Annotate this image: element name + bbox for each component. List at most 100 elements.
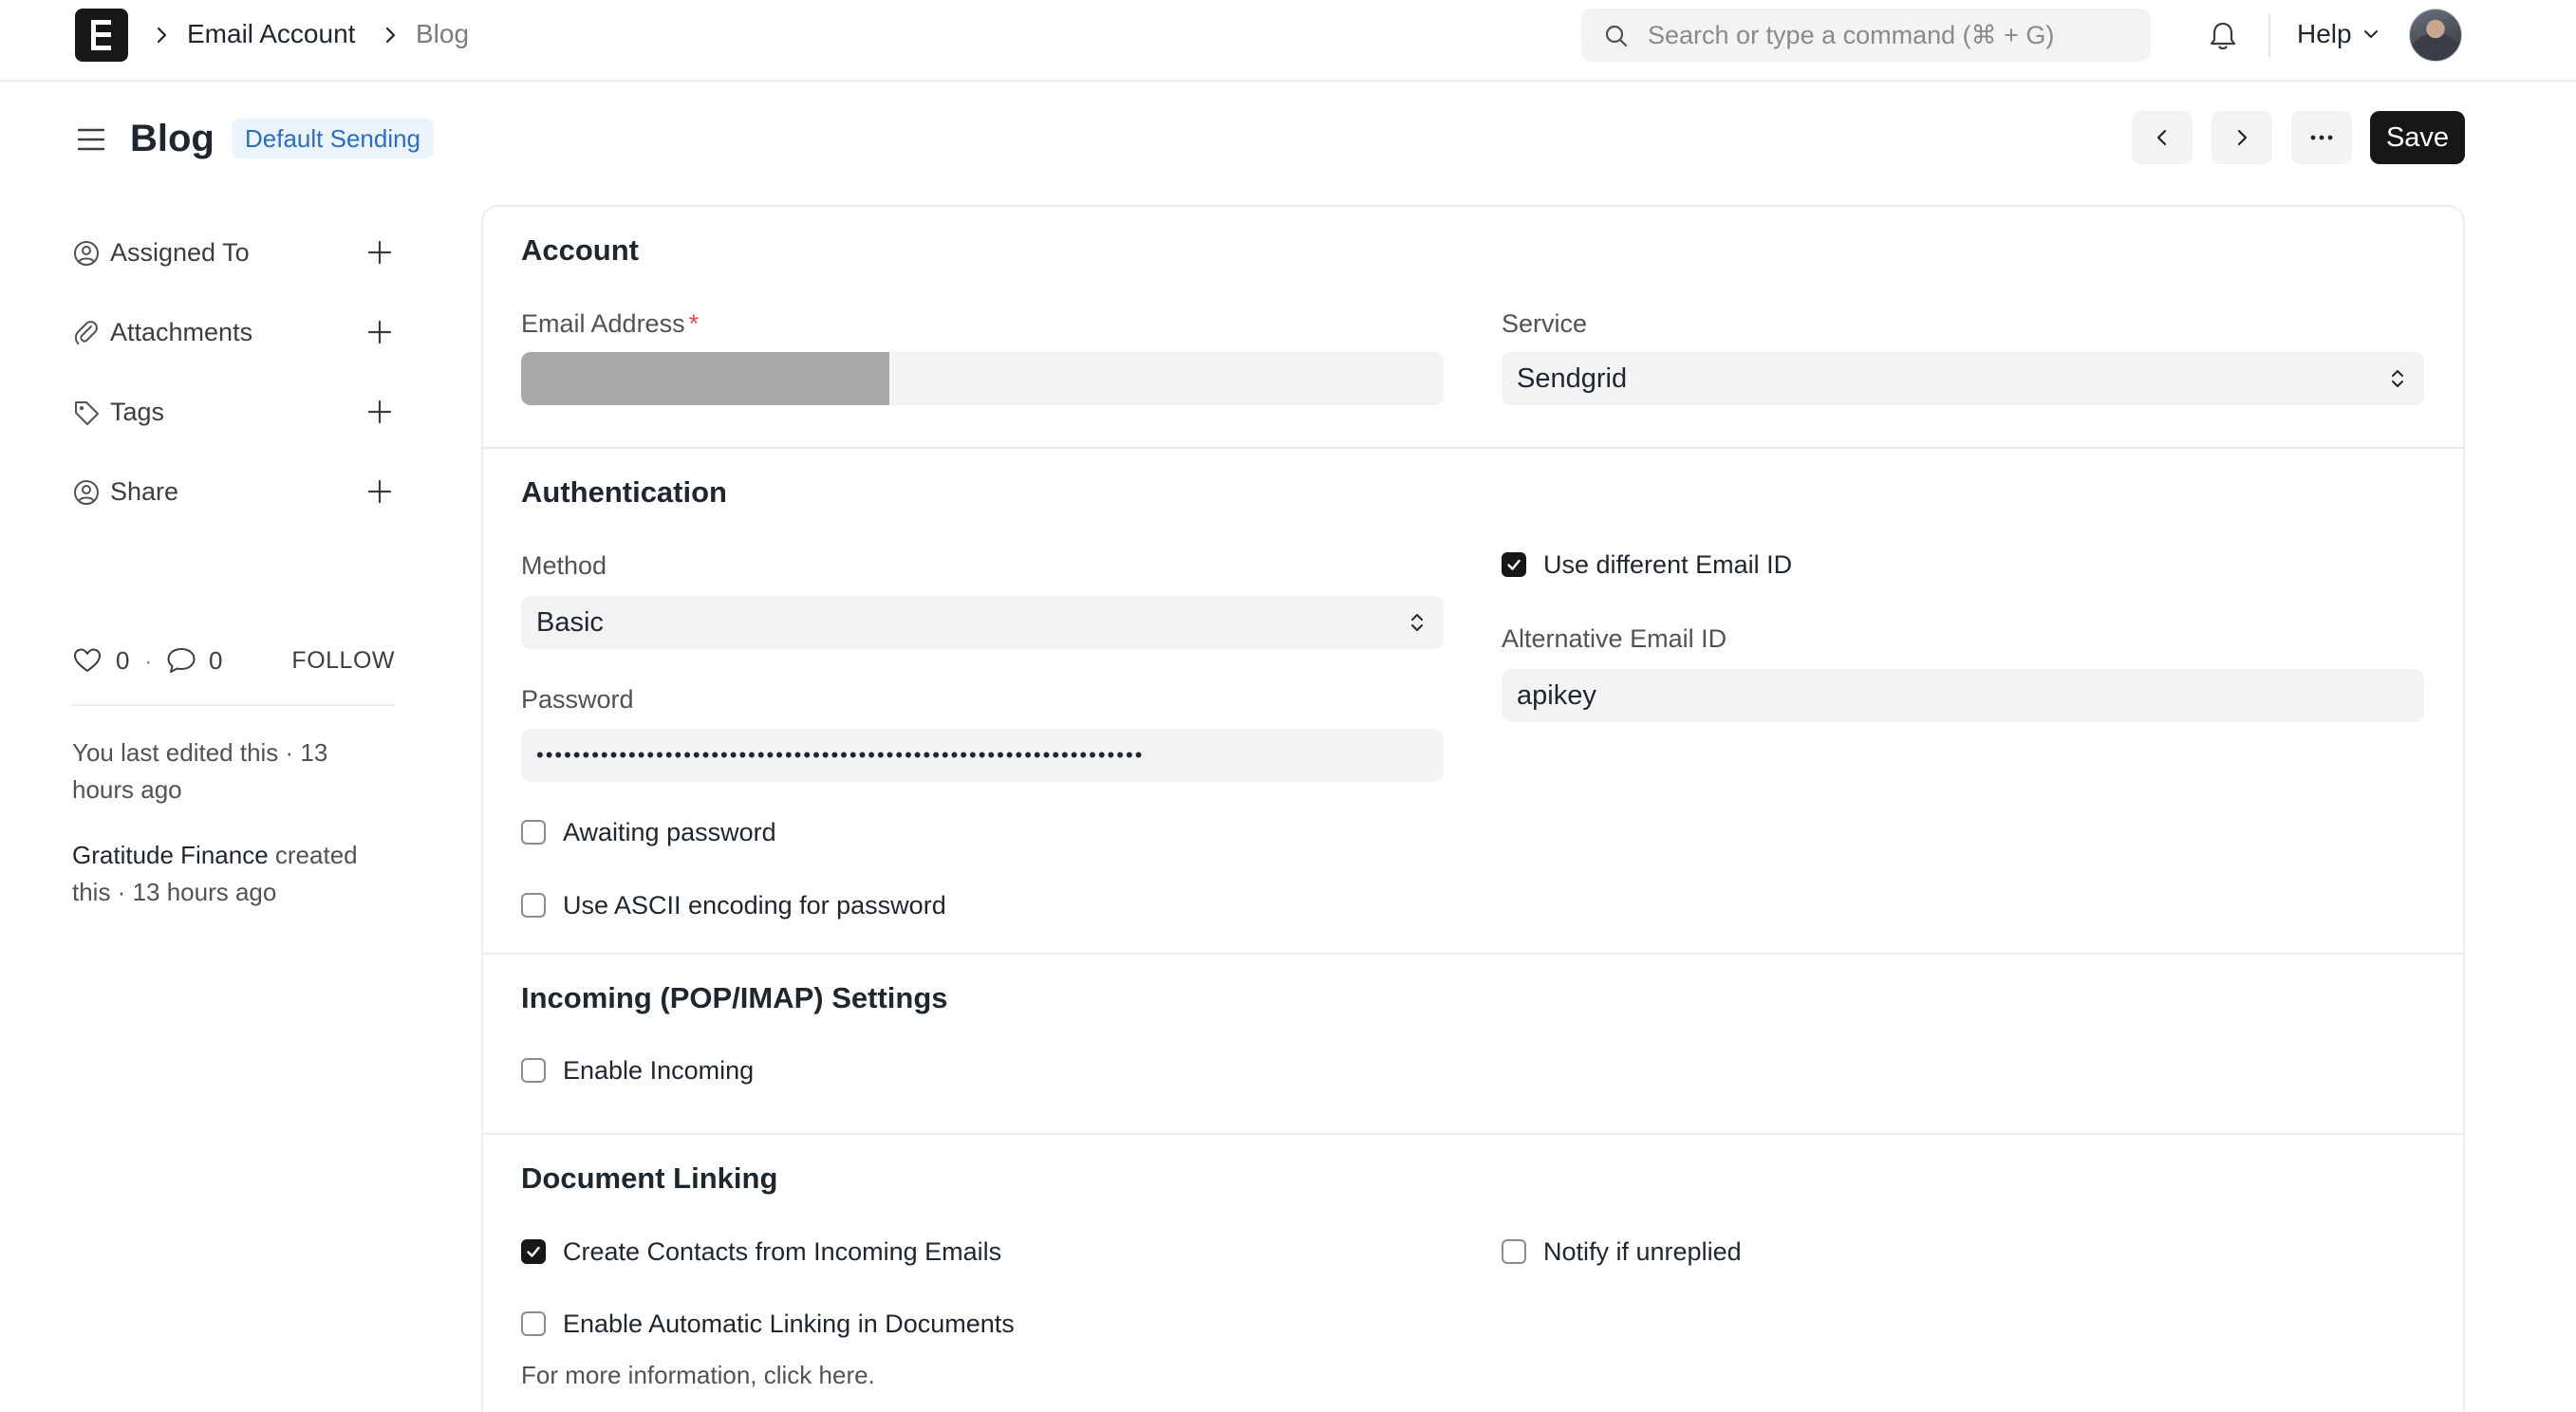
checkbox-label: Use ASCII encoding for password — [563, 891, 946, 920]
method-select[interactable]: Basic — [521, 596, 1444, 649]
comment-icon[interactable] — [165, 645, 197, 676]
help-dropdown[interactable]: Help — [2297, 17, 2380, 51]
auto-linking-checkbox[interactable]: Enable Automatic Linking in Documents — [521, 1308, 1015, 1340]
method-label: Method — [521, 551, 607, 580]
chevron-right-icon — [385, 27, 396, 44]
section-title-incoming: Incoming (POP/IMAP) Settings — [521, 981, 948, 1014]
chevron-left-icon — [2156, 129, 2167, 146]
enable-incoming-checkbox[interactable]: Enable Incoming — [521, 1054, 754, 1087]
activity-actor[interactable]: Gratitude Finance — [72, 841, 269, 869]
search-icon — [1605, 25, 1628, 47]
add-attachment-icon[interactable] — [364, 317, 395, 347]
breadcrumb-blog[interactable]: Blog — [416, 17, 469, 51]
select-arrows-icon — [2392, 370, 2403, 387]
section-title-authentication: Authentication — [521, 475, 727, 509]
service-label: Service — [1502, 309, 1588, 338]
ascii-encoding-checkbox[interactable]: Use ASCII encoding for password — [521, 889, 946, 921]
checkmark-icon — [1507, 559, 1521, 570]
user-assign-icon — [74, 241, 99, 266]
use-different-email-checkbox[interactable]: Use different Email ID — [1502, 548, 1792, 581]
section-title-account: Account — [521, 233, 639, 267]
likes-count: 0 — [116, 646, 130, 675]
create-contacts-checkbox[interactable]: Create Contacts from Incoming Emails — [521, 1236, 1001, 1268]
checkbox-label: Awaiting password — [563, 818, 776, 846]
comments-count: 0 — [209, 646, 223, 675]
sidebar-divider — [72, 704, 395, 706]
save-button[interactable]: Save — [2370, 111, 2465, 164]
page-title: Blog — [130, 118, 215, 159]
sidebar-item-label: Attachments — [110, 318, 253, 346]
status-badge: Default Sending — [232, 119, 435, 158]
more-actions-button[interactable] — [2291, 111, 2352, 164]
section-divider — [481, 953, 2465, 955]
search-bar[interactable] — [1581, 9, 2151, 62]
awaiting-password-checkbox[interactable]: Awaiting password — [521, 816, 776, 848]
checkbox-label: Enable Automatic Linking in Documents — [563, 1310, 1015, 1338]
section-divider — [481, 447, 2465, 449]
alternative-email-value: apikey — [1517, 680, 1596, 711]
checkbox-label: Use different Email ID — [1543, 550, 1793, 579]
previous-record-button[interactable] — [2132, 111, 2193, 164]
stats-separator: · — [144, 646, 153, 675]
password-field[interactable]: ••••••••••••••••••••••••••••••••••••••••… — [521, 729, 1444, 782]
alternative-email-label: Alternative Email ID — [1502, 624, 1727, 653]
chevron-down-icon — [2363, 30, 2378, 38]
email-address-label: Email Address * — [521, 309, 700, 338]
sidebar-item-label: Tags — [110, 398, 165, 426]
sidebar-item-tags[interactable]: Tags — [72, 391, 395, 433]
next-record-button[interactable] — [2212, 111, 2272, 164]
document-stats: 0 · 0 FOLLOW — [72, 641, 395, 679]
checkbox-box-checked[interactable] — [1502, 552, 1526, 577]
app-logo[interactable] — [75, 9, 128, 62]
notification-bell-icon[interactable] — [2206, 19, 2240, 53]
sidebar-item-assigned-to[interactable]: Assigned To — [72, 232, 395, 273]
add-tag-icon[interactable] — [364, 397, 395, 427]
navbar: Email Account Blog Help — [0, 0, 2576, 82]
sidebar-toggle-icon[interactable] — [76, 124, 106, 155]
sidebar-item-label: Share — [110, 477, 179, 506]
checkbox-box[interactable] — [521, 1311, 546, 1336]
section-title-document-linking: Document Linking — [521, 1161, 778, 1195]
more-info-link[interactable]: For more information, click here. — [521, 1359, 875, 1391]
user-avatar[interactable] — [2409, 9, 2462, 62]
method-value: Basic — [536, 607, 604, 638]
search-input[interactable] — [1648, 9, 2132, 62]
service-select[interactable]: Sendgrid — [1502, 352, 2424, 405]
checkbox-box[interactable] — [1502, 1239, 1526, 1264]
checkbox-box-checked[interactable] — [521, 1239, 546, 1264]
required-indicator: * — [688, 309, 700, 338]
follow-button[interactable]: FOLLOW — [291, 643, 395, 678]
add-assignee-icon[interactable] — [364, 237, 395, 268]
add-share-icon[interactable] — [364, 476, 395, 507]
email-address-field[interactable] — [521, 352, 1444, 405]
navbar-divider — [2268, 13, 2270, 57]
checkbox-box[interactable] — [521, 893, 546, 918]
sidebar-item-share[interactable]: Share — [72, 471, 395, 512]
logo-e-icon — [91, 20, 111, 50]
sidebar-item-label: Assigned To — [110, 238, 250, 267]
alternative-email-field[interactable]: apikey — [1502, 669, 2424, 722]
help-label: Help — [2297, 19, 2352, 48]
activity-last-edited: You last edited this · 13 hours ago — [72, 738, 328, 804]
activity-created: Gratitude Finance created this · 13 hour… — [72, 837, 395, 911]
password-value: ••••••••••••••••••••••••••••••••••••••••… — [536, 743, 1145, 767]
notify-unreplied-checkbox[interactable]: Notify if unreplied — [1502, 1236, 1742, 1268]
share-user-icon — [74, 480, 99, 505]
chevron-right-icon — [157, 27, 167, 44]
redacted-email-value — [521, 352, 889, 405]
tag-icon — [75, 401, 99, 425]
service-value: Sendgrid — [1517, 363, 1628, 394]
heart-icon[interactable] — [72, 645, 103, 676]
checkbox-label: Enable Incoming — [563, 1056, 755, 1085]
sidebar-item-attachments[interactable]: Attachments — [72, 311, 395, 353]
select-arrows-icon — [1411, 614, 1423, 631]
breadcrumb-email-account[interactable]: Email Account — [187, 17, 355, 51]
more-horizontal-icon — [2310, 135, 2333, 140]
checkbox-label: Notify if unreplied — [1543, 1237, 1742, 1266]
checkbox-box[interactable] — [521, 820, 546, 845]
password-label: Password — [521, 685, 634, 714]
section-divider — [481, 1133, 2465, 1135]
checkbox-box[interactable] — [521, 1058, 546, 1083]
checkmark-icon — [527, 1246, 540, 1257]
checkbox-label: Create Contacts from Incoming Emails — [563, 1237, 1002, 1266]
